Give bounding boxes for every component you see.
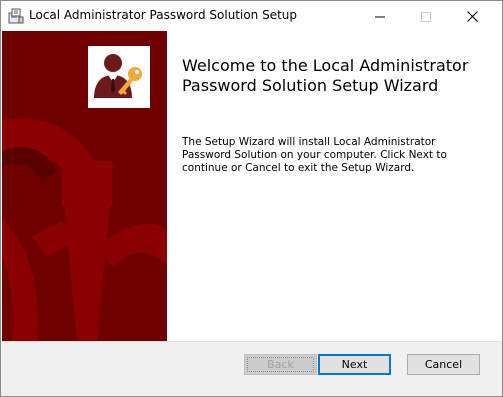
cancel-button[interactable]: Cancel [407, 354, 480, 375]
next-button-label: Next [341, 358, 368, 371]
maximize-button[interactable] [403, 1, 449, 31]
welcome-heading: Welcome to the Local Administrator Passw… [182, 56, 469, 95]
button-bar: Back Next Cancel [1, 341, 502, 396]
admin-key-icon [88, 54, 150, 112]
window-title: Local Administrator Password Solution Se… [29, 8, 298, 22]
installer-icon [8, 8, 24, 24]
minimize-icon [375, 7, 385, 26]
product-logo [88, 46, 150, 108]
title-bar[interactable]: Local Administrator Password Solution Se… [1, 1, 502, 31]
close-icon [466, 7, 478, 26]
wizard-description: The Setup Wizard will install Local Admi… [182, 136, 447, 174]
wizard-content: Welcome to the Local Administrator Passw… [167, 31, 502, 341]
next-button[interactable]: Next [318, 354, 391, 375]
back-button[interactable]: Back [244, 354, 317, 375]
wizard-banner [2, 31, 167, 341]
back-button-focus-rect [247, 357, 314, 372]
minimize-button[interactable] [357, 1, 403, 31]
setup-wizard-window: Local Administrator Password Solution Se… [0, 0, 503, 397]
cancel-button-label: Cancel [424, 358, 463, 371]
close-button[interactable] [449, 1, 495, 31]
maximize-icon [421, 7, 431, 26]
